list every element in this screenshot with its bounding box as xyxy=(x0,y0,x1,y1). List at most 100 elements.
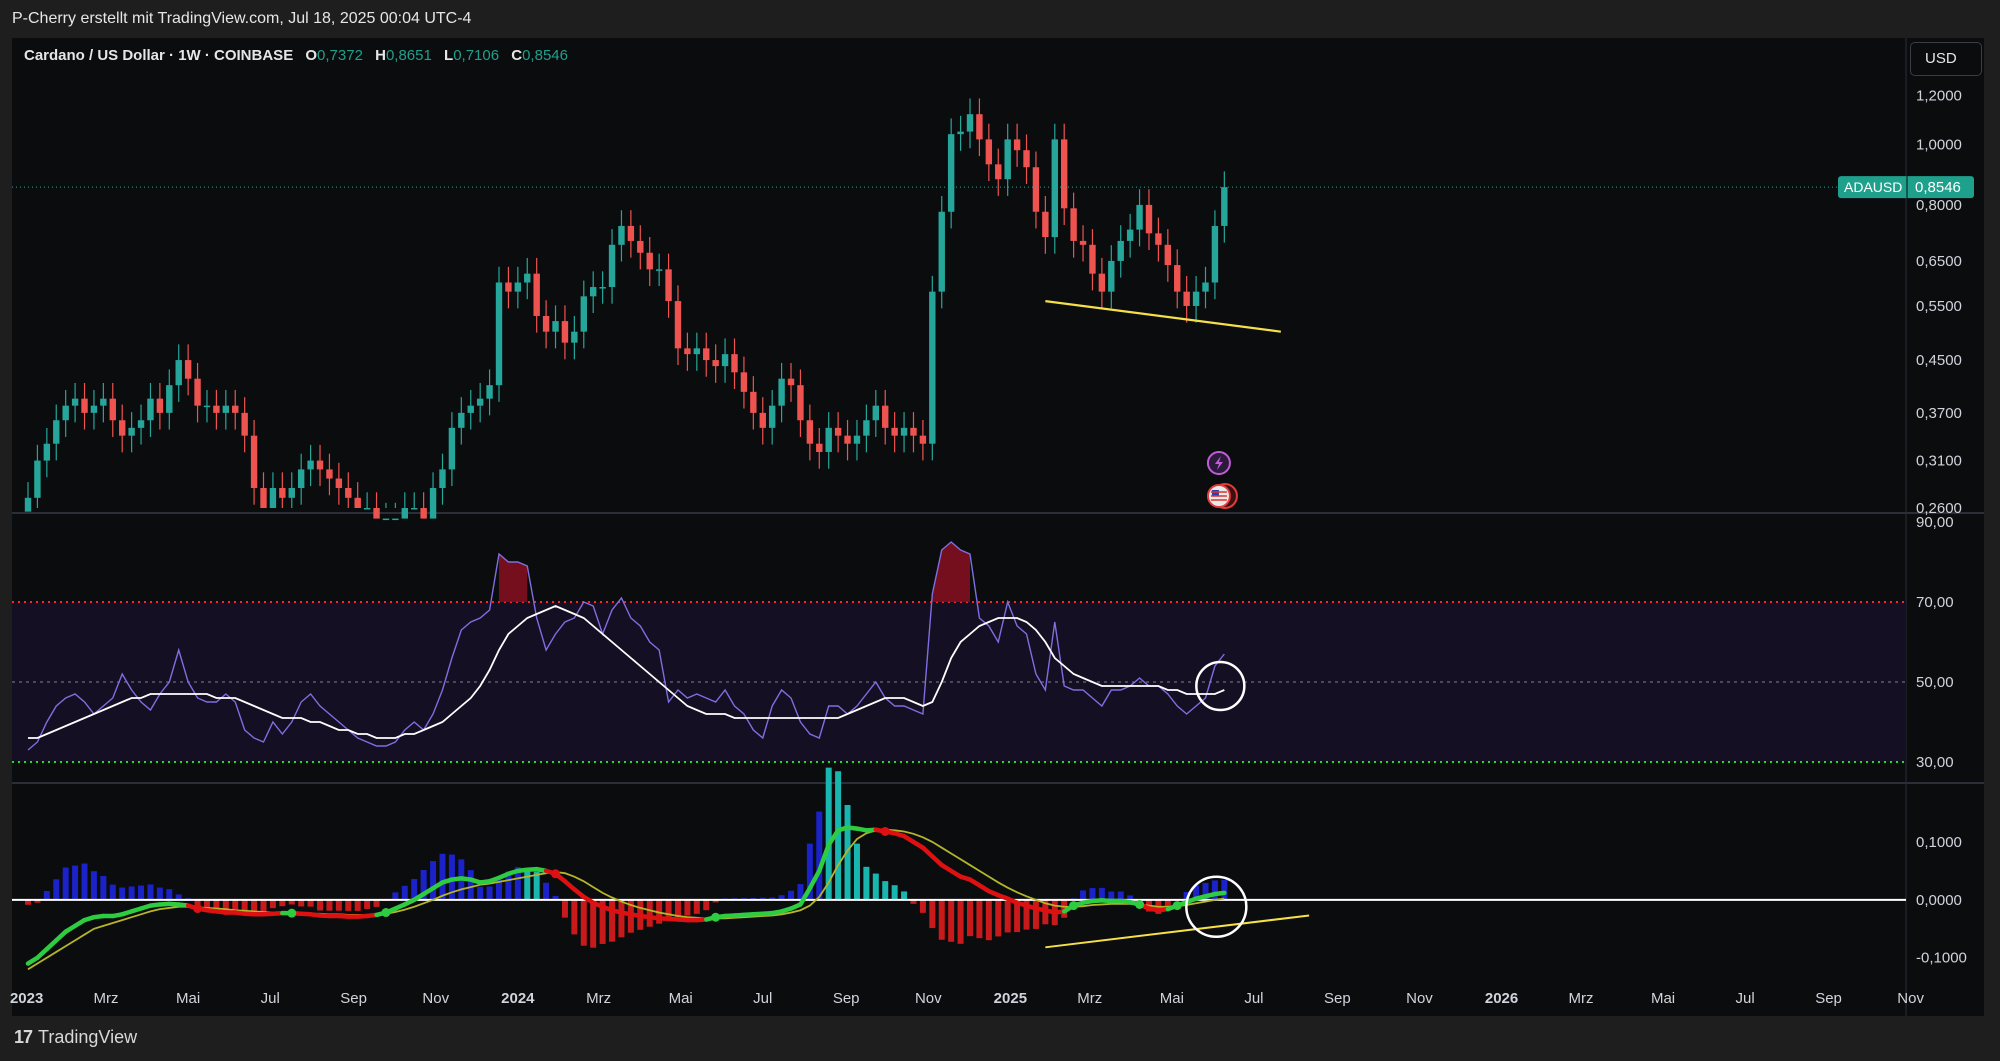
macd-histogram-bar xyxy=(166,889,173,900)
candle-body-up xyxy=(618,225,625,245)
candle xyxy=(260,472,267,508)
macd-histogram-bar xyxy=(1089,888,1096,900)
time-axis-tick: Jul xyxy=(753,990,772,1007)
candle-body-up xyxy=(1192,291,1200,306)
candle xyxy=(1098,257,1106,309)
candle-body-down xyxy=(1164,244,1172,266)
price-axis-tick: 0,8000 xyxy=(1916,197,1962,214)
candle-body-down xyxy=(561,321,569,343)
candle xyxy=(24,482,32,512)
open-value: 0,7372 xyxy=(317,47,363,64)
candle xyxy=(1202,266,1209,309)
candle-body-down xyxy=(740,372,748,392)
candle-body-up xyxy=(872,405,879,421)
macd-histogram-bar xyxy=(938,899,945,940)
bottom-bar xyxy=(0,1016,2000,1061)
macd-histogram-bar xyxy=(260,899,267,912)
candle xyxy=(392,502,399,521)
candle xyxy=(175,344,182,402)
candle xyxy=(316,444,324,487)
time-axis-tick: 2023 xyxy=(10,990,43,1007)
tradingview-logo-icon: 17 xyxy=(14,1027,33,1047)
macd-cross-dot xyxy=(193,904,203,914)
candle-body-down xyxy=(316,460,324,470)
candle xyxy=(778,362,785,423)
candle xyxy=(382,502,390,521)
rsi-pane xyxy=(12,541,1906,763)
candle-body-up xyxy=(486,385,493,399)
macd-histogram-bar xyxy=(1032,899,1039,929)
candle-body-up xyxy=(467,405,474,413)
candle-body-down xyxy=(505,282,512,292)
candle xyxy=(156,382,164,430)
candle xyxy=(401,492,408,519)
candle-body-down xyxy=(213,405,220,413)
candle-body-down xyxy=(1013,139,1021,151)
candle xyxy=(646,237,653,287)
candle-body-down xyxy=(844,435,851,444)
macd-histogram-bar xyxy=(326,899,333,911)
candle xyxy=(458,397,465,445)
rsi-axis-tick: 70,00 xyxy=(1916,594,1954,611)
candle xyxy=(750,376,757,430)
macd-histogram-bar xyxy=(571,899,578,935)
symbol-legend[interactable]: Cardano / US Dollar · 1W · COINBASE O0,7… xyxy=(24,47,568,64)
candle xyxy=(1211,210,1219,300)
candle-body-down xyxy=(712,360,719,367)
macd-histogram-bar xyxy=(590,899,597,948)
candle-body-down xyxy=(806,420,814,444)
currency-button[interactable]: USD xyxy=(1910,42,1982,76)
macd-cross-dot xyxy=(551,869,561,879)
macd-histogram-bar xyxy=(646,899,653,927)
candle xyxy=(1117,225,1124,278)
candle-body-up xyxy=(411,508,418,510)
candle-body-up xyxy=(448,427,456,470)
candle xyxy=(693,332,701,371)
candle xyxy=(307,444,314,487)
candle xyxy=(363,492,371,510)
candle-body-down xyxy=(260,488,267,508)
candle-body-down xyxy=(665,269,672,302)
candle-body-up xyxy=(43,443,51,461)
candle xyxy=(1089,229,1096,291)
macd-cross-dot xyxy=(1172,901,1182,911)
candle xyxy=(768,389,776,445)
candle-body-down xyxy=(637,240,644,253)
candle xyxy=(439,453,446,505)
macd-axis-tick: 0,1000 xyxy=(1916,834,1962,851)
macd-trendline xyxy=(1045,914,1310,949)
candle xyxy=(514,266,522,309)
candle-body-down xyxy=(816,443,823,453)
macd-histogram-bar xyxy=(561,899,568,918)
candle xyxy=(109,382,116,437)
rsi-axis-tick: 30,00 xyxy=(1916,754,1954,771)
macd-cross-dot xyxy=(1135,899,1145,909)
candle-body-up xyxy=(608,244,616,288)
candle xyxy=(147,382,154,437)
candle xyxy=(542,300,550,349)
candle-body-up xyxy=(439,469,446,489)
tradingview-brand[interactable]: 17 TradingView xyxy=(14,1027,137,1048)
candle xyxy=(740,356,748,409)
candle xyxy=(825,412,832,469)
candle xyxy=(411,492,418,510)
brand-name: TradingView xyxy=(38,1027,138,1047)
candle-body-down xyxy=(279,488,286,498)
candle xyxy=(759,397,766,445)
candle-body-up xyxy=(476,398,484,406)
candle-body-down xyxy=(1032,167,1040,212)
candle xyxy=(1023,134,1030,184)
candle xyxy=(279,472,286,508)
macd-histogram-bar xyxy=(1080,890,1087,900)
time-axis-tick: Sep xyxy=(1815,990,1842,1007)
candle xyxy=(929,275,936,461)
candle xyxy=(184,344,192,396)
macd-histogram-bar xyxy=(863,866,870,900)
candle xyxy=(627,210,635,258)
candle-body-up xyxy=(137,420,145,428)
chart-canvas[interactable]: 1,2000 1,0000 0,8000 0,6500 0,5500 0,4500 0,37… xyxy=(0,0,2000,1061)
candle-body-up xyxy=(580,296,587,332)
price-axis-tick: 0,6500 xyxy=(1916,253,1962,270)
time-axis-tick: Nov xyxy=(1406,990,1433,1007)
macd-histogram-bar xyxy=(1117,891,1124,900)
